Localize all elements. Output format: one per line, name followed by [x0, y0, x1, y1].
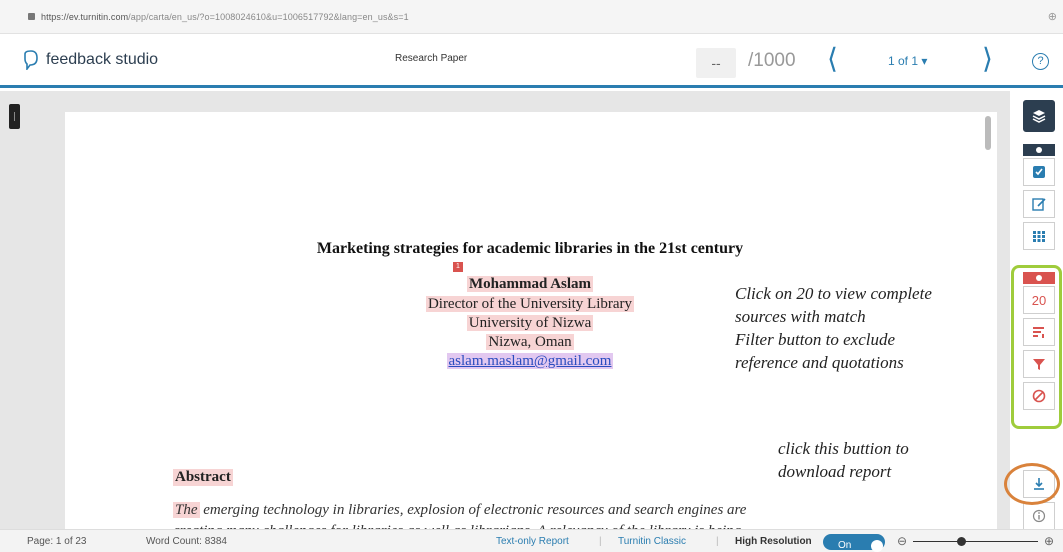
download-highlight-circle — [1004, 463, 1060, 505]
abstract-match-highlight[interactable]: The — [173, 502, 200, 518]
high-resolution-toggle[interactable]: On — [823, 534, 885, 552]
toggle-state-label: On — [838, 540, 852, 551]
page-indicator: Page: 1 of 23 — [27, 536, 87, 547]
author-position[interactable]: Director of the University Library — [425, 296, 635, 312]
layers-button[interactable] — [1023, 100, 1055, 132]
text-only-report-link[interactable]: Text-only Report — [496, 536, 569, 547]
paper-selector-dropdown[interactable]: 1 of 1 ▾ — [888, 54, 927, 68]
toggle-knob — [871, 540, 883, 552]
viewer-scrollbar[interactable] — [985, 116, 991, 150]
side-panel-toggle[interactable] — [9, 104, 20, 129]
status-bar: Page: 1 of 23 Word Count: 8384 Text-only… — [0, 529, 1063, 552]
author-name[interactable]: Mohammad Aslam — [466, 276, 594, 292]
layers-icon — [1032, 110, 1046, 123]
zoom-indicator-icon[interactable]: ⊕ — [1048, 10, 1057, 23]
sources-highlight-box — [1011, 265, 1062, 429]
feedback-summary-button[interactable] — [1023, 190, 1055, 218]
url-text[interactable]: https://ev.turnitin.com/app/carta/en_us/… — [41, 12, 409, 22]
app-name: feedback studio — [46, 50, 159, 68]
score-total: /1000 — [748, 50, 796, 71]
zoom-slider-knob[interactable] — [957, 537, 966, 546]
status-separator: | — [599, 536, 602, 547]
feedback-studio-logo[interactable]: feedback studio — [22, 49, 159, 70]
info-icon — [1032, 509, 1046, 523]
author-email-link[interactable]: aslam.maslam@gmail.com — [446, 353, 614, 369]
paper-title: Research Paper — [395, 53, 468, 64]
sources-annotation: Click on 20 to view complete sources wit… — [735, 284, 932, 372]
status-separator: | — [716, 536, 719, 547]
download-annotation: click this buttion to download report — [778, 439, 909, 481]
word-count: Word Count: 8384 — [146, 536, 227, 547]
author-university[interactable]: University of Nizwa — [466, 315, 594, 331]
next-paper-button[interactable]: ⟩ — [982, 44, 993, 74]
turnitin-logo-icon — [24, 49, 38, 70]
grading-section-header — [1023, 144, 1055, 156]
submission-info-button[interactable] — [1023, 502, 1055, 530]
document-title: Marketing strategies for academic librar… — [316, 240, 744, 257]
browser-url-bar[interactable]: https://ev.turnitin.com/app/carta/en_us/… — [0, 0, 1063, 34]
previous-paper-button[interactable]: ⟨ — [827, 44, 838, 74]
help-button[interactable]: ? — [1032, 53, 1049, 70]
abstract-heading[interactable]: Abstract — [173, 469, 233, 486]
app-header: feedback studio Research Paper -- /1000 … — [0, 34, 1063, 88]
high-resolution-label: High Resolution — [735, 536, 812, 547]
turnitin-classic-link[interactable]: Turnitin Classic — [618, 536, 686, 547]
zoom-in-icon[interactable]: ⊕ — [1044, 534, 1054, 548]
abstract-line-1: The emerging technology in libraries, ex… — [173, 502, 747, 518]
lock-icon — [28, 13, 35, 20]
quickmark-button[interactable] — [1023, 158, 1055, 186]
author-location[interactable]: Nizwa, Oman — [486, 334, 574, 350]
zoom-out-icon[interactable]: ⊖ — [897, 534, 907, 548]
rubric-button[interactable] — [1023, 222, 1055, 250]
score-input[interactable]: -- — [696, 48, 736, 78]
match-marker-badge[interactable]: 1 — [453, 262, 463, 272]
grid-icon — [1033, 231, 1045, 242]
grading-dot-icon — [1036, 147, 1042, 153]
edit-icon — [1032, 198, 1046, 211]
zoom-slider[interactable] — [913, 537, 1038, 546]
check-square-icon — [1033, 166, 1045, 178]
